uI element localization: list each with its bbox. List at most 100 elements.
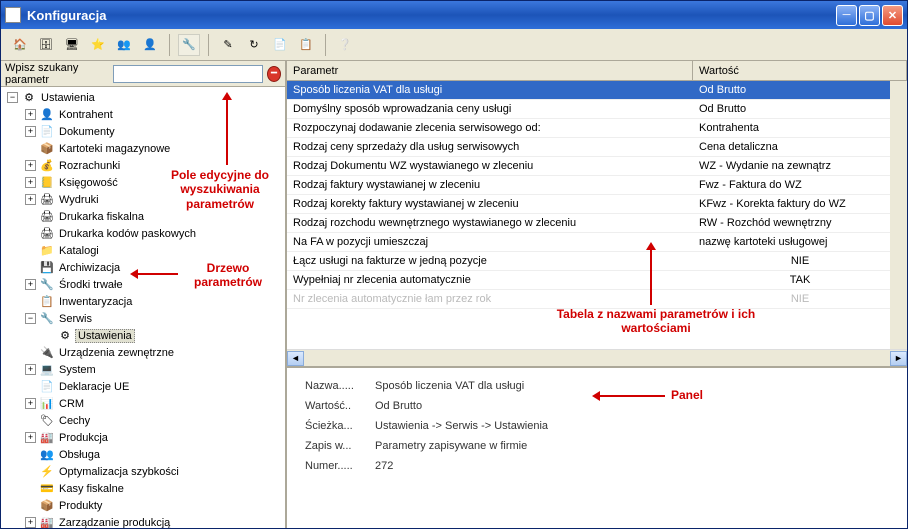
expander-icon[interactable]: + bbox=[25, 126, 36, 137]
tree-node[interactable]: 💳Kasy fiskalne bbox=[3, 480, 283, 497]
tree-node[interactable]: ⚡Optymalizacja szybkości bbox=[3, 463, 283, 480]
table-row[interactable]: Sposób liczenia VAT dla usługiOd Brutto bbox=[287, 81, 907, 100]
vertical-scrollbar[interactable] bbox=[890, 81, 907, 349]
expander-icon[interactable]: + bbox=[25, 432, 36, 443]
table-row[interactable]: Rozpoczynaj dodawanie zlecenia serwisowe… bbox=[287, 119, 907, 138]
tree-node[interactable]: 📦Kartoteki magazynowe bbox=[3, 140, 283, 157]
cell-parametr: Rodzaj korekty faktury wystawianej w zle… bbox=[287, 198, 693, 210]
tree-node[interactable]: +👤Kontrahent bbox=[3, 106, 283, 123]
search-input[interactable] bbox=[113, 65, 263, 83]
table-row[interactable]: Nr zlecenia automatycznie łam przez rokN… bbox=[287, 290, 907, 309]
tree-node[interactable]: 👥Obsługa bbox=[3, 446, 283, 463]
table-row[interactable]: Domyślny sposób wprowadzania ceny usługi… bbox=[287, 100, 907, 119]
tree-node[interactable]: +🔧Środki trwałe bbox=[3, 276, 283, 293]
tree-node[interactable]: −🔧Serwis bbox=[3, 310, 283, 327]
expander-icon[interactable]: + bbox=[25, 109, 36, 120]
tree-node[interactable]: −⚙Ustawienia bbox=[3, 89, 283, 106]
cell-parametr: Na FA w pozycji umieszczaj bbox=[287, 236, 693, 248]
tree-item-icon: 📦 bbox=[39, 498, 55, 514]
cell-wartosc: Fwz - Faktura do WZ bbox=[693, 179, 907, 191]
tree-item-icon: 🖨 bbox=[39, 226, 55, 242]
scroll-right-icon[interactable]: ► bbox=[890, 351, 907, 366]
expander-icon[interactable]: − bbox=[25, 313, 36, 324]
tree-item-label: Kontrahent bbox=[57, 109, 115, 121]
horizontal-scrollbar[interactable]: ◄ ► bbox=[287, 349, 907, 366]
cell-wartosc: Od Brutto bbox=[693, 84, 907, 96]
expander-icon[interactable]: − bbox=[7, 92, 18, 103]
expander-icon[interactable]: + bbox=[25, 177, 36, 188]
app-icon bbox=[5, 7, 21, 23]
maximize-button[interactable]: ▢ bbox=[859, 5, 880, 26]
wartosc-label: Wartość.. bbox=[305, 400, 375, 412]
refresh-icon[interactable]: ↻ bbox=[243, 34, 265, 56]
tree-node[interactable]: 🖨Drukarka kodów paskowych bbox=[3, 225, 283, 242]
tree-node[interactable]: +📄Dokumenty bbox=[3, 123, 283, 140]
close-button[interactable]: ✕ bbox=[882, 5, 903, 26]
list-icon[interactable]: 📋 bbox=[295, 34, 317, 56]
tree-item-label: Rozrachunki bbox=[57, 160, 122, 172]
expander-icon[interactable]: + bbox=[25, 364, 36, 375]
table-row[interactable]: Łącz usługi na fakturze w jedną pozycjeN… bbox=[287, 252, 907, 271]
tree-item-label: System bbox=[57, 364, 98, 376]
expander-icon[interactable]: + bbox=[25, 517, 36, 528]
table-row[interactable]: Rodzaj korekty faktury wystawianej w zle… bbox=[287, 195, 907, 214]
doc-icon[interactable]: 📄 bbox=[269, 34, 291, 56]
tree-node[interactable]: 📁Katalogi bbox=[3, 242, 283, 259]
tree-node[interactable]: +💰Rozrachunki bbox=[3, 157, 283, 174]
tree-node[interactable]: +🏭Zarządzanie produkcją bbox=[3, 514, 283, 528]
parameter-tree[interactable]: −⚙Ustawienia+👤Kontrahent+📄Dokumenty📦Kart… bbox=[1, 87, 285, 528]
expander-icon[interactable]: + bbox=[25, 398, 36, 409]
expander-icon[interactable]: + bbox=[25, 194, 36, 205]
tree-node[interactable]: +💻System bbox=[3, 361, 283, 378]
tree-item-label: Ustawienia bbox=[75, 329, 135, 343]
expander-icon[interactable]: + bbox=[25, 279, 36, 290]
tree-node[interactable]: 🏷Cechy bbox=[3, 412, 283, 429]
table-row[interactable]: Rodzaj Dokumentu WZ wystawianego w zlece… bbox=[287, 157, 907, 176]
tree-node[interactable]: 📦Produkty bbox=[3, 497, 283, 514]
tree-item-label: Cechy bbox=[57, 415, 92, 427]
grid-body[interactable]: Sposób liczenia VAT dla usługiOd BruttoD… bbox=[287, 81, 907, 349]
clear-search-icon[interactable]: ━ bbox=[267, 66, 281, 82]
table-row[interactable]: Wypełniaj nr zlecenia automatycznieTAK bbox=[287, 271, 907, 290]
scroll-left-icon[interactable]: ◄ bbox=[287, 351, 304, 366]
home-icon[interactable]: 🏠 bbox=[9, 34, 31, 56]
star-icon[interactable]: ⭐ bbox=[87, 34, 109, 56]
user-icon[interactable]: 👤 bbox=[139, 34, 161, 56]
col-wartosc[interactable]: Wartość bbox=[693, 61, 907, 80]
tree-item-icon: 💻 bbox=[39, 362, 55, 378]
expander-icon[interactable]: + bbox=[25, 160, 36, 171]
tree-item-label: Obsługa bbox=[57, 449, 102, 461]
tree-node[interactable]: +🏭Produkcja bbox=[3, 429, 283, 446]
monitor-icon[interactable]: 🖥 bbox=[61, 34, 83, 56]
tree-node[interactable]: +📊CRM bbox=[3, 395, 283, 412]
cell-parametr: Łącz usługi na fakturze w jedną pozycje bbox=[287, 255, 693, 267]
edit-icon[interactable]: ✎ bbox=[217, 34, 239, 56]
tree-item-icon: 🖨 bbox=[39, 192, 55, 208]
table-row[interactable]: Rodzaj ceny sprzedaży dla usług serwisow… bbox=[287, 138, 907, 157]
cell-parametr: Rodzaj Dokumentu WZ wystawianego w zlece… bbox=[287, 160, 693, 172]
toolbar: 🏠 🗄 🖥 ⭐ 👥 👤 🔧 ✎ ↻ 📄 📋 ❔ bbox=[1, 29, 907, 61]
tree-item-icon: 👤 bbox=[39, 107, 55, 123]
tree-node[interactable]: 🔌Urządzenia zewnętrzne bbox=[3, 344, 283, 361]
tree-node[interactable]: ⚙Ustawienia bbox=[3, 327, 283, 344]
right-pane: Parametr Wartość Sposób liczenia VAT dla… bbox=[287, 61, 907, 528]
table-row[interactable]: Rodzaj rozchodu wewnętrznego wystawianeg… bbox=[287, 214, 907, 233]
table-row[interactable]: Rodzaj faktury wystawianej w zleceniuFwz… bbox=[287, 176, 907, 195]
tools-icon[interactable]: 🔧 bbox=[178, 34, 200, 56]
col-parametr[interactable]: Parametr bbox=[287, 61, 693, 80]
tree-node[interactable]: 📋Inwentaryzacja bbox=[3, 293, 283, 310]
tree-node[interactable]: 🖨Drukarka fiskalna bbox=[3, 208, 283, 225]
main-split: Wpisz szukany parametr ━ −⚙Ustawienia+👤K… bbox=[1, 61, 907, 528]
tree-item-label: Optymalizacja szybkości bbox=[57, 466, 181, 478]
tree-node[interactable]: +🖨Wydruki bbox=[3, 191, 283, 208]
help-icon[interactable]: ❔ bbox=[334, 34, 356, 56]
server-icon[interactable]: 🗄 bbox=[35, 34, 57, 56]
minimize-button[interactable]: ─ bbox=[836, 5, 857, 26]
tree-node[interactable]: +📒Księgowość bbox=[3, 174, 283, 191]
tree-item-icon: ⚙ bbox=[57, 328, 73, 344]
tree-item-label: Urządzenia zewnętrzne bbox=[57, 347, 176, 359]
cell-parametr: Rodzaj faktury wystawianej w zleceniu bbox=[287, 179, 693, 191]
users-icon[interactable]: 👥 bbox=[113, 34, 135, 56]
table-row[interactable]: Na FA w pozycji umieszczajnazwę kartotek… bbox=[287, 233, 907, 252]
tree-node[interactable]: 📄Deklaracje UE bbox=[3, 378, 283, 395]
